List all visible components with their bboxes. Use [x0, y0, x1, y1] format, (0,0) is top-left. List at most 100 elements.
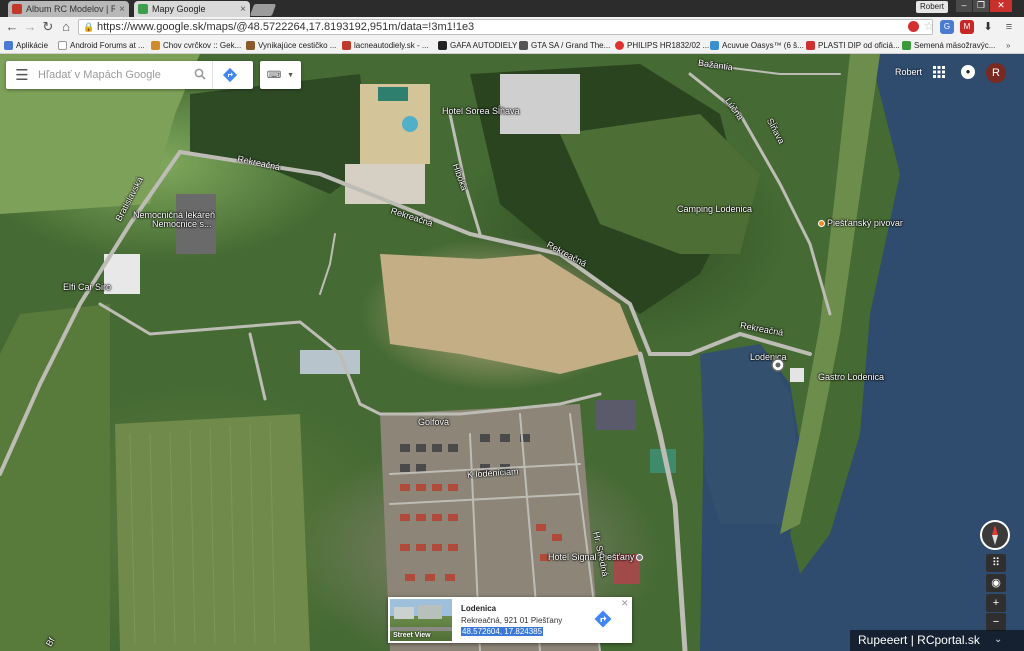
- translate-icon[interactable]: G: [940, 20, 954, 34]
- food-poi-icon: [818, 220, 825, 227]
- tab-album-rc-modelov[interactable]: Album RC Modelov | RC ×: [8, 1, 129, 17]
- place-title: Lodenica: [461, 604, 497, 613]
- bookmark-label: Android Forums at ...: [70, 41, 145, 50]
- bookmark-favicon-icon: [710, 41, 719, 50]
- bookmark-favicon-icon: [246, 41, 255, 50]
- tab-favicon-icon: [12, 4, 22, 14]
- bookmark-item[interactable]: Semená mäsožravýc...: [902, 39, 995, 52]
- browser-toolbar: ← → ↻ ⌂ 🔒 https://www.google.sk/maps/@48…: [0, 17, 1024, 37]
- directions-icon[interactable]: [212, 61, 246, 89]
- place-label[interactable]: Nemocnice s...: [152, 219, 212, 229]
- bookmark-label: lacneautodiely.sk - ...: [354, 41, 429, 50]
- apps-grid-icon[interactable]: [933, 66, 945, 78]
- bookmark-item[interactable]: GTA SA / Grand The...: [519, 39, 610, 52]
- footer-bar: Rupeeert | RCportal.sk ⌄: [850, 630, 1024, 651]
- page-icon: [58, 41, 67, 50]
- place-address: Rekreačná, 921 01 Piešťany: [461, 616, 563, 625]
- restore-button[interactable]: ❐: [973, 0, 989, 12]
- search-input[interactable]: [38, 69, 188, 81]
- place-label-text: Piešťanský pivovar: [827, 218, 903, 228]
- notifications-bell-icon[interactable]: ●: [961, 65, 975, 79]
- input-tools-button[interactable]: ⌨ ▼: [260, 61, 301, 89]
- close-window-button[interactable]: ✕: [990, 0, 1012, 12]
- close-icon[interactable]: ✕: [621, 598, 629, 609]
- minimize-button[interactable]: –: [956, 0, 972, 12]
- chevron-down-icon[interactable]: ⌄: [994, 634, 1002, 645]
- place-label[interactable]: Piešťanský pivovar: [818, 218, 903, 228]
- bookmark-favicon-icon: [342, 41, 351, 50]
- bookmark-favicon-icon: [519, 41, 528, 50]
- download-icon[interactable]: ⬇: [981, 20, 995, 34]
- adblock-icon[interactable]: [908, 21, 919, 32]
- bookmark-label: PLASTI DIP od oficiá...: [818, 41, 900, 50]
- directions-icon[interactable]: [593, 609, 613, 629]
- satellite-imagery: [0, 54, 1024, 651]
- address-url[interactable]: https://www.google.sk/maps/@48.5722264,1…: [97, 21, 474, 33]
- new-tab-button[interactable]: [249, 4, 277, 16]
- tab-mapy-google[interactable]: Mapy Google ×: [134, 1, 250, 17]
- avatar[interactable]: R: [986, 63, 1006, 83]
- back-icon[interactable]: ←: [4, 19, 20, 35]
- bookmark-favicon-icon: [806, 41, 815, 50]
- bookmark-label: GTA SA / Grand The...: [531, 41, 611, 50]
- street-view-label: Street View: [393, 632, 431, 639]
- address-bar[interactable]: 🔒 https://www.google.sk/maps/@48.5722264…: [78, 19, 933, 35]
- profile-chip[interactable]: Robert: [916, 1, 949, 13]
- bookmark-label: Aplikácie: [16, 41, 49, 50]
- bookmark-label: PHILIPS HR1832/02 ...: [627, 41, 710, 50]
- forward-icon[interactable]: →: [22, 19, 38, 35]
- selected-location-pin-icon[interactable]: [771, 358, 785, 374]
- place-coordinates[interactable]: 48.572604, 17.824385: [461, 627, 544, 636]
- chevron-down-icon: ▼: [287, 71, 295, 79]
- bookmark-item[interactable]: Android Forums at ...: [58, 39, 145, 52]
- watermark-text: Rupeeert | RCportal.sk: [858, 633, 980, 647]
- bookmark-item[interactable]: PHILIPS HR1832/02 ...: [615, 39, 709, 52]
- tab-label: Mapy Google: [152, 4, 206, 14]
- place-label[interactable]: Hotel Signal Piešťany: [548, 552, 645, 562]
- place-label[interactable]: Elfi Car Siro: [63, 282, 111, 292]
- bookmark-label: Acuvue Oasys™ (6 š...: [722, 41, 804, 50]
- place-info-card[interactable]: Street View Lodenica Rekreačná, 921 01 P…: [388, 597, 632, 643]
- zoom-in-button[interactable]: +: [986, 594, 1006, 612]
- map-search-box: ☰: [6, 61, 253, 89]
- tab-close-icon[interactable]: ×: [119, 4, 125, 15]
- tab-close-icon[interactable]: ×: [240, 4, 246, 15]
- my-location-icon[interactable]: ◉: [986, 574, 1006, 592]
- bookmark-item[interactable]: GAFA AUTODIELY: [438, 39, 517, 52]
- map-view-toggle-icon[interactable]: ⠿: [986, 554, 1006, 572]
- bookmark-item[interactable]: Acuvue Oasys™ (6 š...: [710, 39, 804, 52]
- bookmark-item[interactable]: Chov cvrčkov :: Gek...: [151, 39, 241, 52]
- tab-label: Album RC Modelov | RC: [26, 4, 116, 14]
- hotel-poi-icon: [636, 554, 644, 561]
- hamburger-menu-icon[interactable]: ☰: [6, 66, 38, 84]
- bookmark-item[interactable]: lacneautodiely.sk - ...: [342, 39, 429, 52]
- bookmarks-bar: Aplikácie Android Forums at ... Chov cvr…: [0, 37, 1024, 54]
- keyboard-icon: ⌨: [266, 69, 282, 81]
- bookmark-item[interactable]: PLASTI DIP od oficiá...: [806, 39, 900, 52]
- gmail-icon[interactable]: M: [960, 20, 974, 34]
- chrome-menu-icon[interactable]: ≡: [1002, 20, 1016, 34]
- street-view-thumbnail[interactable]: Street View: [390, 599, 452, 641]
- place-label-text: Hotel Signal Piešťany: [548, 552, 635, 562]
- bookmark-label: Semená mäsožravýc...: [914, 41, 996, 50]
- bookmark-favicon-icon: [151, 41, 160, 50]
- place-label[interactable]: Gastro Lodenica: [818, 372, 884, 382]
- place-label[interactable]: Camping Lodenica: [677, 204, 752, 214]
- home-icon[interactable]: ⌂: [58, 19, 74, 35]
- place-label[interactable]: Hotel Sorea Sĺňava: [442, 106, 520, 116]
- zoom-out-button[interactable]: −: [986, 613, 1006, 631]
- bookmark-apps[interactable]: Aplikácie: [4, 39, 48, 52]
- compass-icon[interactable]: [980, 520, 1010, 550]
- road-label: Golfová: [418, 417, 450, 427]
- bookmark-label: GAFA AUTODIELY: [450, 41, 518, 50]
- search-icon[interactable]: [188, 68, 212, 83]
- bookmark-star-icon[interactable]: ☆: [922, 20, 936, 34]
- reload-icon[interactable]: ↻: [40, 19, 56, 35]
- satellite-map[interactable]: Rekreačná Rekreačná Rekreačná Rekreačná …: [0, 54, 1024, 651]
- tab-favicon-icon: [138, 4, 148, 14]
- bookmarks-overflow-icon[interactable]: »: [1006, 39, 1010, 52]
- bookmark-item[interactable]: Vynikajúce cestičko ...: [246, 39, 336, 52]
- title-bar: Album RC Modelov | RC × Mapy Google × Ro…: [0, 0, 1024, 17]
- account-name[interactable]: Robert: [895, 67, 922, 77]
- apps-grid-icon: [4, 41, 13, 50]
